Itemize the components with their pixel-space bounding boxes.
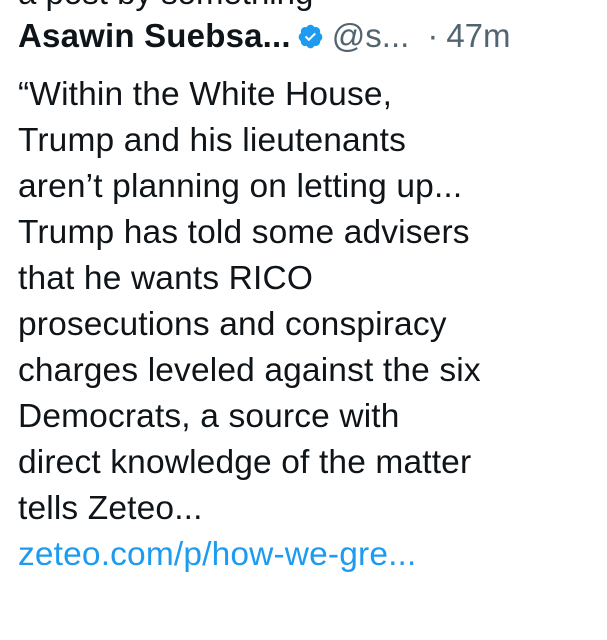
author-handle[interactable]: @s... [332,14,410,58]
post-body: “Within the White House, Trump and his l… [18,72,598,578]
post-body-line: prosecutions and conspiracy [18,306,447,343]
post-body-line: direct knowledge of the matter [18,444,472,481]
post-body-line: charges leveled against the six [18,352,481,389]
post[interactable]: a post by something Asawin Suebsa... @s.… [18,0,598,640]
post-timestamp[interactable]: 47m [446,14,510,58]
post-body-line: Democrats, a source with [18,398,400,435]
verified-badge-icon [297,23,324,50]
author-name[interactable]: Asawin Suebsa... [18,14,291,58]
post-body-line: aren’t planning on letting up... [18,168,463,205]
cutoff-previous-text: a post by something [18,0,313,13]
post-body-line: Trump has told some advisers [18,214,470,251]
post-body-line: Trump and his lieutenants [18,122,406,159]
post-body-line: that he wants RICO [18,260,314,297]
post-header: Asawin Suebsa... @s... · 47m [18,14,511,58]
post-body-line: tells Zeteo... [18,490,203,527]
post-body-line: “Within the White House, [18,76,393,113]
header-separator: · [427,17,439,54]
post-link[interactable]: zeteo.com/p/how-we-gre... [18,532,598,578]
